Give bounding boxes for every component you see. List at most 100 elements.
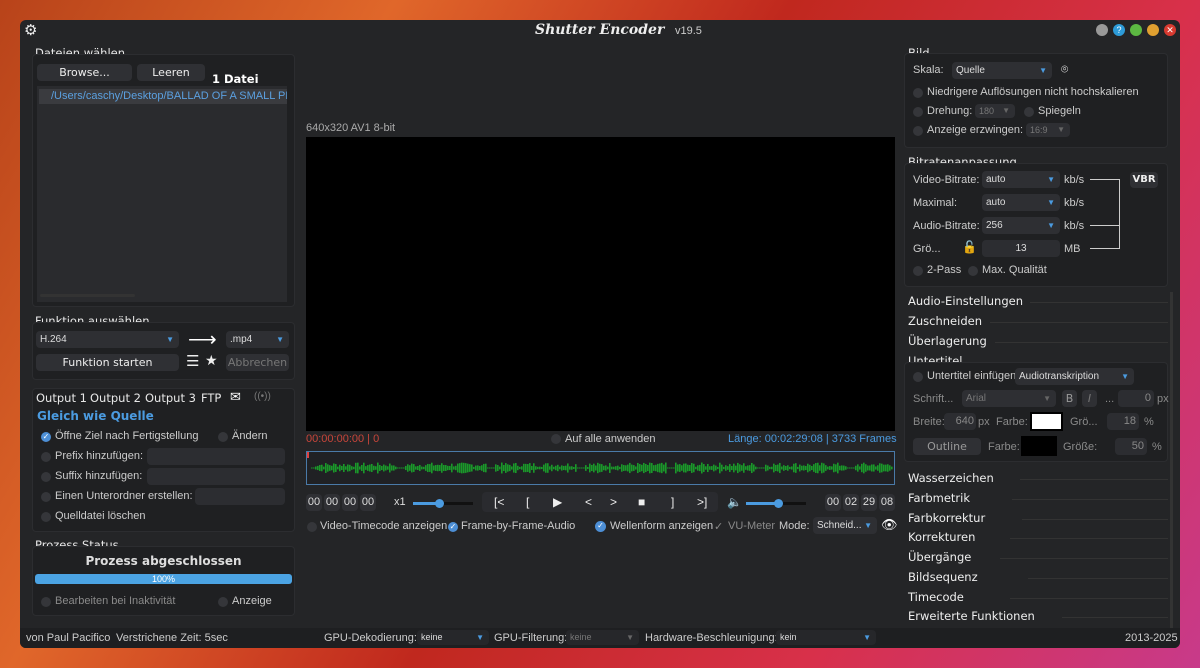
star-icon[interactable]: ★ — [205, 352, 218, 369]
no-upscale-checkbox[interactable] — [913, 88, 923, 98]
mail-icon[interactable]: ✉ — [230, 389, 241, 405]
clear-button[interactable]: Leeren — [137, 64, 205, 81]
next-frame-button[interactable]: > — [610, 495, 617, 509]
outline-button[interactable]: Outline — [913, 438, 981, 455]
offset-input[interactable]: 0 — [1118, 390, 1154, 407]
in-tc-hours[interactable]: 00 — [306, 494, 322, 511]
menu-icon[interactable]: ☰ — [186, 352, 199, 370]
section-color-correction[interactable]: Farbkorrektur — [908, 511, 1168, 525]
scale-select[interactable]: Quelle ▼ — [952, 62, 1052, 79]
container-select[interactable]: .mp4 ▼ — [226, 331, 289, 348]
section-timecode[interactable]: Timecode — [908, 590, 1168, 604]
rotation-checkbox[interactable] — [913, 107, 923, 117]
slider-thumb[interactable] — [774, 499, 783, 508]
two-pass-checkbox[interactable] — [913, 266, 923, 276]
file-list-item[interactable]: /Users/caschy/Desktop/BALLAD OF A SMALL … — [39, 89, 287, 104]
tab-output-1[interactable]: Output 1 — [36, 391, 87, 405]
file-list-scrollbar[interactable] — [40, 294, 135, 297]
cancel-button[interactable]: Abbrechen — [226, 354, 289, 371]
section-crop[interactable]: Zuschneiden — [908, 314, 1168, 328]
gpu-decoding-select[interactable]: keine ▼ — [417, 630, 489, 645]
delete-source-checkbox[interactable] — [41, 512, 51, 522]
speed-slider[interactable] — [413, 499, 473, 508]
prefix-checkbox[interactable] — [41, 452, 51, 462]
minimize-icon[interactable] — [1130, 24, 1142, 36]
file-list[interactable] — [37, 86, 287, 302]
prev-frame-button[interactable]: < — [585, 495, 592, 509]
prefix-input[interactable] — [147, 448, 285, 465]
stop-button[interactable]: ■ — [638, 495, 645, 509]
vbr-button[interactable]: VBR — [1130, 172, 1158, 188]
max-bitrate-select[interactable]: auto ▼ — [982, 194, 1060, 211]
section-image-sequence[interactable]: Bildsequenz — [908, 570, 1168, 584]
volume-icon[interactable]: 🔈 — [727, 495, 742, 509]
size-input[interactable]: 13 — [982, 240, 1060, 257]
out-tc-hours[interactable]: 00 — [825, 494, 841, 511]
idle-checkbox[interactable] — [41, 597, 51, 607]
open-after-checkbox[interactable]: ✓ — [41, 432, 51, 442]
right-panel-scrollbar[interactable] — [1170, 292, 1173, 632]
in-tc-seconds[interactable]: 00 — [342, 494, 358, 511]
tab-output-2[interactable]: Output 2 — [90, 391, 141, 405]
subtitles-insert-checkbox[interactable] — [913, 372, 923, 382]
font-color-swatch[interactable] — [1030, 412, 1063, 431]
frame-audio-checkbox[interactable]: ✓ — [448, 522, 458, 532]
volume-slider[interactable] — [746, 499, 806, 508]
screenshot-icon[interactable]: ⌾ — [1061, 62, 1068, 77]
start-function-button[interactable]: Funktion starten — [36, 354, 179, 371]
outline-size-input[interactable]: 50 — [1115, 438, 1147, 455]
audio-bitrate-select[interactable]: 256 ▼ — [982, 217, 1060, 234]
subfolder-checkbox[interactable] — [41, 492, 51, 502]
stream-icon[interactable]: ((•)) — [254, 391, 271, 402]
browse-button[interactable]: Browse... — [37, 64, 132, 81]
section-transitions[interactable]: Übergänge — [908, 550, 1168, 564]
max-quality-checkbox[interactable] — [968, 266, 978, 276]
width-input[interactable]: 640 — [944, 413, 976, 430]
rotation-select[interactable]: 180 ▼ — [975, 104, 1015, 118]
help-icon[interactable]: ? — [1113, 24, 1125, 36]
go-end-button[interactable]: >] — [697, 495, 707, 509]
maximize-icon[interactable] — [1147, 24, 1159, 36]
unlock-icon[interactable]: 🔓 — [962, 240, 977, 254]
mark-out-button[interactable]: ] — [671, 495, 674, 509]
vu-checkbox[interactable]: ✓ — [714, 520, 723, 533]
close-icon[interactable]: ✕ — [1164, 24, 1176, 36]
settings-gear-icon[interactable]: ⚙ — [24, 21, 37, 39]
apply-all-checkbox[interactable] — [551, 434, 561, 444]
font-size-input[interactable]: 18 — [1107, 413, 1139, 430]
hw-accel-select[interactable]: kein ▼ — [776, 630, 876, 645]
section-advanced[interactable]: Erweiterte Funktionen — [908, 609, 1168, 623]
video-bitrate-select[interactable]: auto ▼ — [982, 171, 1060, 188]
section-watermark[interactable]: Wasserzeichen — [908, 471, 1168, 485]
subtitles-source-select[interactable]: Audiotranskription ▼ — [1015, 368, 1134, 385]
destination-label[interactable]: Gleich wie Quelle — [37, 409, 154, 423]
eye-icon[interactable]: 👁 — [881, 517, 898, 533]
mark-in-button[interactable]: [ — [526, 495, 529, 509]
in-tc-frames[interactable]: 00 — [360, 494, 376, 511]
section-audio[interactable]: Audio-Einstellungen — [908, 294, 1168, 308]
font-select[interactable]: Arial ▼ — [962, 390, 1056, 407]
section-corrections[interactable]: Korrekturen — [908, 530, 1168, 544]
gpu-filter-select[interactable]: keine ▼ — [566, 630, 639, 645]
go-start-button[interactable]: [< — [494, 495, 504, 509]
suffix-input[interactable] — [147, 468, 285, 485]
outline-color-swatch[interactable] — [1021, 436, 1057, 456]
video-preview[interactable] — [306, 137, 895, 431]
section-colorimetry[interactable]: Farbmetrik — [908, 491, 1168, 505]
play-button[interactable]: ▶ — [553, 495, 562, 509]
bold-button[interactable]: B — [1062, 390, 1077, 407]
mirror-checkbox[interactable] — [1024, 107, 1034, 117]
force-display-select[interactable]: 16:9 ▼ — [1026, 123, 1070, 137]
waveform-checkbox[interactable]: ✓ — [595, 521, 606, 532]
tab-ftp[interactable]: FTP — [201, 391, 221, 405]
display-radio[interactable] — [218, 597, 228, 607]
out-tc-minutes[interactable]: 02 — [843, 494, 859, 511]
mode-select[interactable]: Schneid... ▼ — [813, 517, 877, 534]
out-tc-seconds[interactable]: 29 — [861, 494, 877, 511]
suffix-checkbox[interactable] — [41, 472, 51, 482]
italic-button[interactable]: I — [1082, 390, 1097, 407]
force-display-checkbox[interactable] — [913, 126, 923, 136]
section-overlay[interactable]: Überlagerung — [908, 334, 1168, 348]
change-radio[interactable] — [218, 432, 228, 442]
subfolder-input[interactable] — [195, 488, 285, 505]
